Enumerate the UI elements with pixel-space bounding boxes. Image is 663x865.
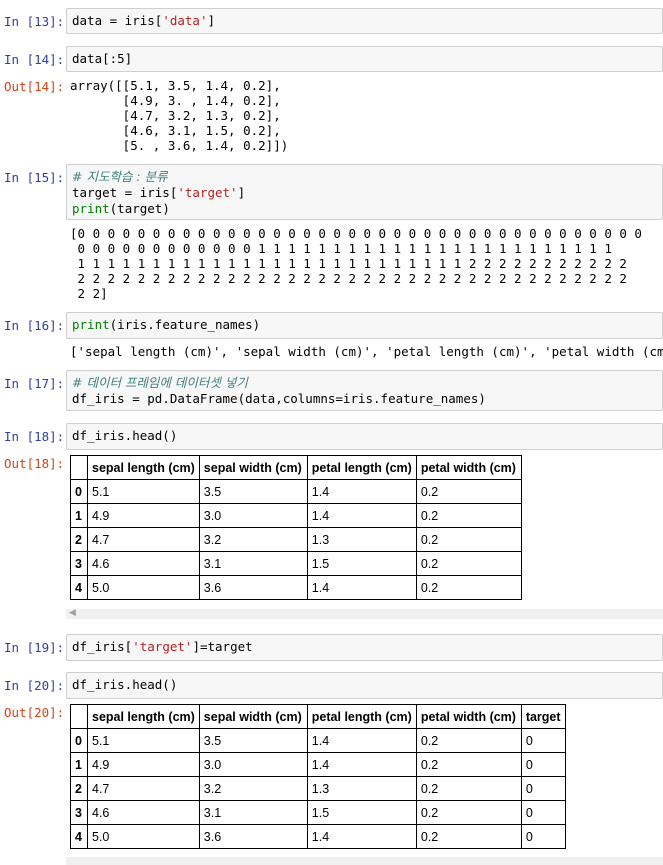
column-header: sepal length (cm) [87,455,200,480]
cell-13-code[interactable]: data = iris['data'] [66,8,663,34]
table-row: 3 4.6 3.1 1.5 0.2 0 [70,800,566,825]
cell-19-prompt: In [19]: [4,640,65,655]
dataframe-table-20: sepal length (cm) sepal width (cm) petal… [70,704,566,849]
cell-15-output: [0 0 0 0 0 0 0 0 0 0 0 0 0 0 0 0 0 0 0 0… [70,226,642,301]
cell-17-comment: # 데이터 프레임에 데이터셋 넣기 [72,375,248,390]
scroll-left-arrow-icon[interactable]: ◀ [69,608,76,618]
column-header [70,455,88,480]
cell-15-code[interactable]: # 지도학습 : 분류 target = iris['target'] prin… [66,164,663,220]
cell-20-prompt: In [20]: [4,678,65,693]
horizontal-scrollbar-18[interactable]: ◀ [66,608,663,619]
column-header: petal length (cm) [306,704,417,729]
column-header: target [520,704,566,729]
cell-15-comment: # 지도학습 : 분류 [72,169,168,184]
cell-18-prompt: In [18]: [4,429,65,444]
cell-20-out-prompt: Out[20]: [4,705,65,720]
column-header: sepal length (cm) [87,704,200,729]
cell-14-prompt: In [14]: [4,52,65,67]
column-header: petal width (cm) [415,704,522,729]
cell-16-output: ['sepal length (cm)', 'sepal width (cm)'… [70,344,663,359]
cell-18-code[interactable]: df_iris.head() [66,423,663,450]
dataframe-table-18: sepal length (cm) sepal width (cm) petal… [70,455,522,600]
cell-20-code[interactable]: df_iris.head() [66,672,663,699]
table-row: 1 4.9 3.0 1.4 0.2 0 [70,752,566,777]
table-row: 1 4.9 3.0 1.4 0.2 [70,503,522,528]
cell-18-out-prompt: Out[18]: [4,456,65,471]
table-header-row: sepal length (cm) sepal width (cm) petal… [70,455,522,480]
table-row: 4 5.0 3.6 1.4 0.2 0 [70,824,566,849]
column-header [70,704,88,729]
column-header: petal width (cm) [415,455,522,480]
cell-14-code[interactable]: data[:5] [66,46,663,72]
column-header: petal length (cm) [306,455,417,480]
cell-16-code[interactable]: print(iris.feature_names) [66,312,663,339]
cell-14-out-prompt: Out[14]: [4,79,65,94]
column-header: sepal width (cm) [198,704,308,729]
cell-13-prompt: In [13]: [4,14,65,29]
column-header: sepal width (cm) [198,455,308,480]
table-header-row: sepal length (cm) sepal width (cm) petal… [70,704,566,729]
table-row: 4 5.0 3.6 1.4 0.2 [70,575,522,600]
table-row: 3 4.6 3.1 1.5 0.2 [70,551,522,576]
cell-14-output: array([[5.1, 3.5, 1.4, 0.2], [4.9, 3. , … [70,78,289,153]
table-row: 2 4.7 3.2 1.3 0.2 0 [70,776,566,801]
cell-19-code[interactable]: df_iris['target']=target [66,634,663,661]
horizontal-scrollbar-20[interactable] [66,857,663,865]
cell-17-prompt: In [17]: [4,376,65,391]
cell-16-prompt: In [16]: [4,318,65,333]
table-row: 0 5.1 3.5 1.4 0.2 [70,479,522,504]
cell-17-code[interactable]: # 데이터 프레임에 데이터셋 넣기 df_iris = pd.DataFram… [66,370,663,411]
table-row: 0 5.1 3.5 1.4 0.2 0 [70,728,566,753]
table-row: 2 4.7 3.2 1.3 0.2 [70,527,522,552]
cell-15-prompt: In [15]: [4,170,65,185]
